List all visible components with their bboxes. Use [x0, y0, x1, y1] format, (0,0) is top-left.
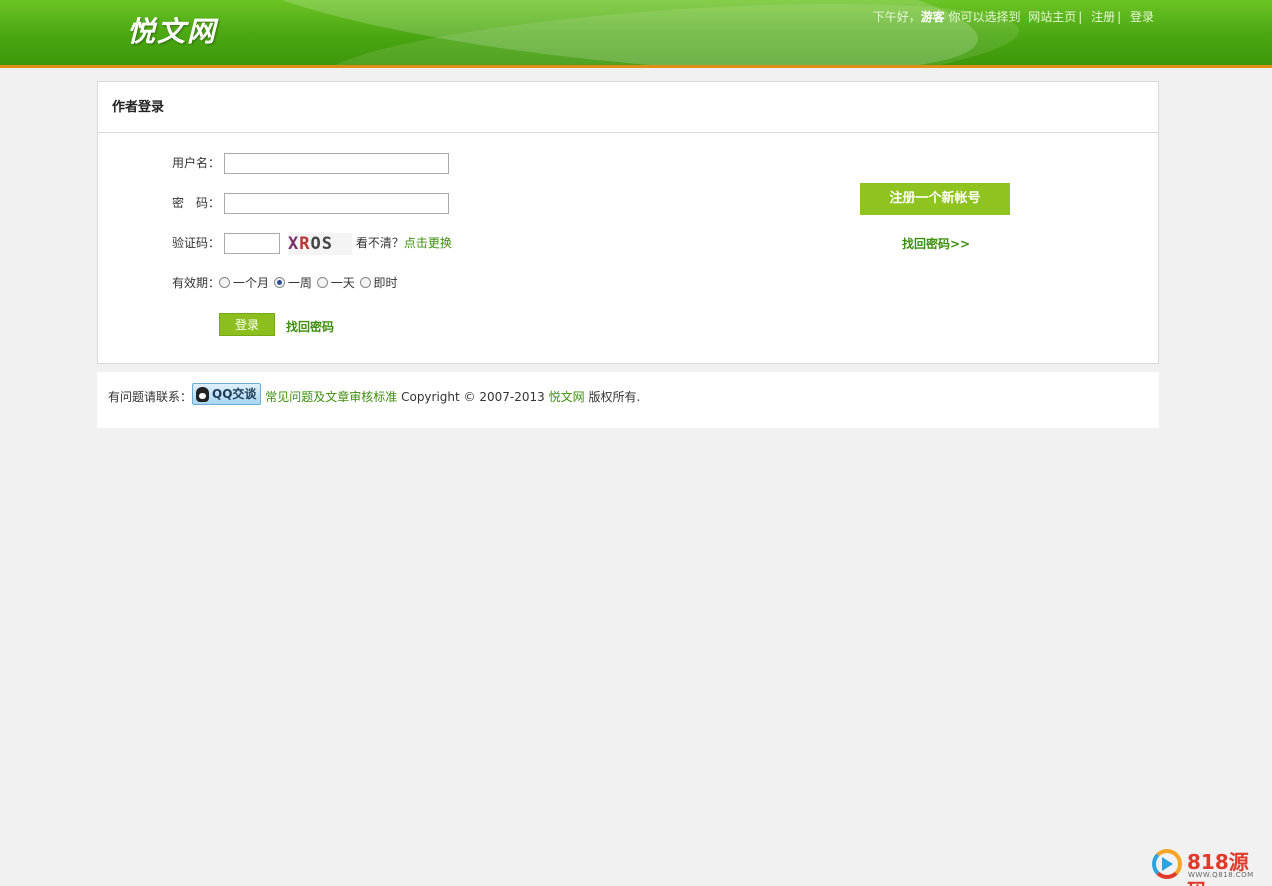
- expiry-radio-instant[interactable]: [359, 277, 371, 288]
- expiry-radio-day[interactable]: [316, 277, 328, 288]
- login-button[interactable]: 登录: [219, 313, 275, 336]
- captcha-input[interactable]: [224, 233, 280, 254]
- watermark-url: WWW.Q818.COM: [1188, 871, 1254, 879]
- greeting-text: 下午好，: [872, 10, 921, 24]
- qq-penguin-icon: [196, 386, 210, 402]
- nav-prompt: 你可以选择到: [948, 10, 1021, 24]
- username-row: 用户名：: [172, 152, 449, 174]
- qq-chat-button[interactable]: QQ交谈: [192, 382, 262, 405]
- captcha-image[interactable]: XROS: [288, 232, 352, 255]
- captcha-row: 验证码： XROS 看不清？点击更换: [172, 232, 452, 255]
- watermark-brand: 818源码: [1187, 850, 1249, 886]
- site-header: 悦文网 下午好，游客 你可以选择到 网站主页 | 注册 | 登录: [0, 0, 1272, 68]
- register-button[interactable]: 注册一个新帐号: [860, 183, 1010, 215]
- footer: 有问题请联系： QQ交谈 常见问题及文章审核标准 Copyright © 2007…: [97, 372, 1159, 428]
- copyright-text: Copyright © 2007-2013: [401, 390, 545, 404]
- captcha-hint: 看不清？: [355, 236, 404, 250]
- forgot-password-link[interactable]: 找回密码: [286, 318, 334, 335]
- expiry-option-label: 一周: [287, 276, 312, 290]
- play-icon: [1162, 857, 1173, 871]
- expiry-option-label: 即时: [373, 276, 398, 290]
- username-label: 用户名：: [172, 156, 221, 170]
- nav-register-link[interactable]: 注册: [1091, 10, 1115, 24]
- faq-link[interactable]: 常见问题及文章审核标准: [265, 390, 397, 404]
- login-title: 作者登录: [98, 82, 1158, 133]
- forgot-password-link-2[interactable]: 找回密码>>: [902, 235, 970, 252]
- password-label: 密 码：: [172, 196, 221, 210]
- captcha-refresh-link[interactable]: 点击更换: [404, 236, 452, 250]
- contact-label: 有问题请联系：: [108, 390, 193, 404]
- site-name-link[interactable]: 悦文网: [549, 390, 585, 404]
- expiry-option-label: 一个月: [233, 276, 270, 290]
- top-nav: 下午好，游客 你可以选择到 网站主页 | 注册 | 登录: [873, 8, 1154, 25]
- username-input[interactable]: [224, 153, 449, 174]
- nav-separator: |: [1117, 10, 1122, 24]
- login-panel: 作者登录 用户名： 密 码： 验证码： XROS 看不清？点击更换 有效期： 一个月…: [97, 81, 1159, 364]
- nav-login-link[interactable]: 登录: [1130, 10, 1154, 24]
- expiry-option-label: 一天: [330, 276, 355, 290]
- site-logo[interactable]: 悦文网: [127, 10, 217, 50]
- expiry-label: 有效期：: [172, 276, 221, 290]
- expiry-radio-month[interactable]: [219, 277, 230, 288]
- watermark-logo: 818源码 WWW.Q818.COM: [1152, 848, 1268, 886]
- password-row: 密 码：: [172, 192, 449, 214]
- guest-name: 游客: [920, 10, 945, 24]
- nav-home-link[interactable]: 网站主页: [1028, 10, 1076, 24]
- expiry-row: 有效期： 一个月 一周 一天 即时: [172, 272, 398, 294]
- expiry-radio-week[interactable]: [273, 277, 285, 288]
- captcha-label: 验证码：: [172, 236, 221, 250]
- nav-separator: |: [1078, 10, 1083, 24]
- password-input[interactable]: [224, 193, 449, 214]
- rights-text: 版权所有.: [588, 390, 641, 404]
